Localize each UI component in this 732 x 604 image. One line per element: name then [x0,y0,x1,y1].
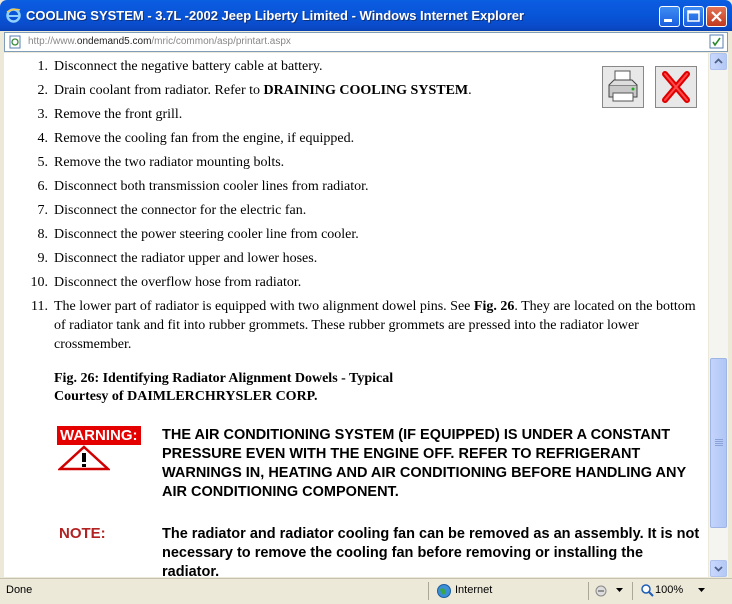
note-label: NOTE: [59,525,106,542]
zoom-icon[interactable] [640,583,654,597]
figure-title: Fig. 26: Identifying Radiator Alignment … [54,371,394,386]
chevron-up-icon [714,58,723,64]
window-title: COOLING SYSTEM - 3.7L -2002 Jeep Liberty… [26,8,525,23]
print-button[interactable] [602,66,644,108]
maximize-button[interactable] [683,6,704,27]
close-x-icon [662,71,690,103]
chevron-down-icon[interactable] [616,588,623,593]
close-icon [711,11,722,22]
status-divider [588,582,589,600]
chevron-down-icon[interactable] [698,588,705,593]
security-zone: Internet [455,584,493,596]
status-text: Done [6,584,33,596]
status-divider [428,582,429,600]
maximize-icon [687,10,700,22]
internet-explorer-icon [6,8,21,23]
note-text: The radiator and radiator cooling fan ca… [162,526,700,577]
globe-icon [437,584,451,598]
warning-triangle-icon [58,445,110,471]
address-bar[interactable]: http://www.ondemand5.com/mric/common/asp… [4,32,728,52]
page-icon [9,35,21,49]
vertical-scrollbar[interactable] [709,53,728,577]
figure-caption: Fig. 26: Identifying Radiator Alignment … [54,370,393,406]
warning-label: WARNING: [57,426,141,445]
close-page-button[interactable] [655,66,697,108]
minimize-button[interactable] [659,6,680,27]
title-bar: COOLING SYSTEM - 3.7L -2002 Jeep Liberty… [0,0,732,31]
page-content: 1. Disconnect the negative battery cable … [4,53,708,577]
close-window-button[interactable] [706,6,727,27]
scroll-up-button[interactable] [710,53,727,70]
printer-icon [608,70,638,102]
status-divider [632,582,633,600]
warning-text: THE AIR CONDITIONING SYSTEM (IF EQUIPPED… [162,427,686,500]
minimize-icon [664,19,672,22]
url-text: http://www.ondemand5.com/mric/common/asp… [28,36,291,47]
compatibility-icon[interactable] [709,34,724,49]
protected-mode-icon[interactable] [594,583,610,599]
figure-courtesy: Courtesy of DAIMLERCHRYSLER CORP. [54,389,318,404]
zoom-level[interactable]: 100% [655,584,683,596]
scroll-down-button[interactable] [710,560,727,577]
chevron-down-icon [714,566,723,572]
scroll-thumb[interactable] [710,358,727,528]
status-bar: Done Internet 100% [0,578,732,604]
